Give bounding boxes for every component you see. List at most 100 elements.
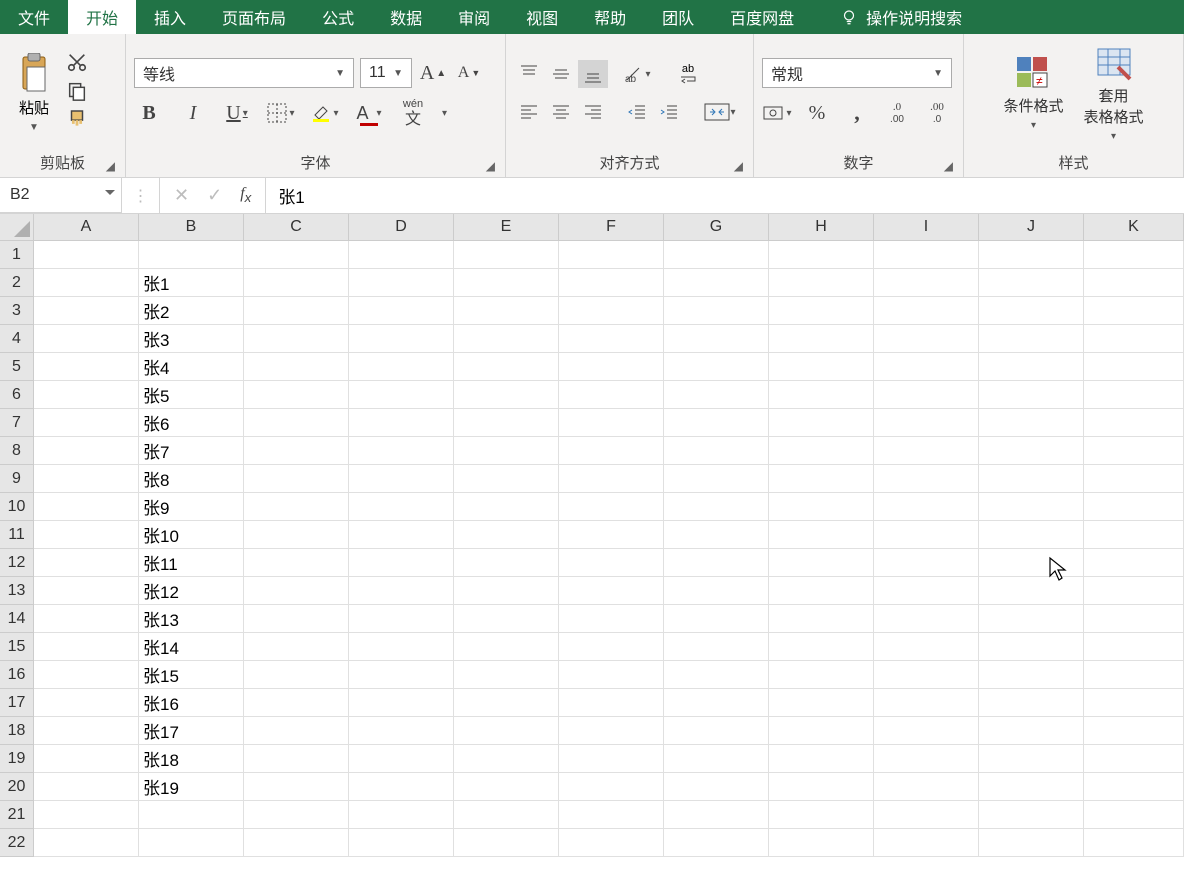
cell-A7[interactable] <box>34 409 139 437</box>
cell-A8[interactable] <box>34 437 139 465</box>
cell-E18[interactable] <box>454 717 559 745</box>
cell-D21[interactable] <box>349 801 454 829</box>
cell-K9[interactable] <box>1084 465 1184 493</box>
cell-A2[interactable] <box>34 269 139 297</box>
column-header-I[interactable]: I <box>874 214 979 241</box>
cell-K4[interactable] <box>1084 325 1184 353</box>
cell-E3[interactable] <box>454 297 559 325</box>
column-header-F[interactable]: F <box>559 214 664 241</box>
row-header-4[interactable]: 4 <box>0 325 34 353</box>
cell-E16[interactable] <box>454 661 559 689</box>
cell-G17[interactable] <box>664 689 769 717</box>
cell-A21[interactable] <box>34 801 139 829</box>
row-header-20[interactable]: 20 <box>0 773 34 801</box>
cell-D12[interactable] <box>349 549 454 577</box>
cell-F1[interactable] <box>559 241 664 269</box>
cell-F20[interactable] <box>559 773 664 801</box>
cell-K7[interactable] <box>1084 409 1184 437</box>
cell-C11[interactable] <box>244 521 349 549</box>
cell-D20[interactable] <box>349 773 454 801</box>
cell-G18[interactable] <box>664 717 769 745</box>
cell-G16[interactable] <box>664 661 769 689</box>
font-size-combo[interactable]: 11▼ <box>360 58 412 88</box>
row-header-10[interactable]: 10 <box>0 493 34 521</box>
cell-H21[interactable] <box>769 801 874 829</box>
cell-E2[interactable] <box>454 269 559 297</box>
cell-D22[interactable] <box>349 829 454 857</box>
tab-help[interactable]: 帮助 <box>576 0 644 34</box>
cell-C10[interactable] <box>244 493 349 521</box>
cell-G10[interactable] <box>664 493 769 521</box>
cell-J5[interactable] <box>979 353 1084 381</box>
accounting-format-button[interactable]: ▾ <box>762 98 792 128</box>
cell-H20[interactable] <box>769 773 874 801</box>
cell-E17[interactable] <box>454 689 559 717</box>
cell-B5[interactable]: 张4 <box>139 353 244 381</box>
cell-E5[interactable] <box>454 353 559 381</box>
cell-F2[interactable] <box>559 269 664 297</box>
cell-H8[interactable] <box>769 437 874 465</box>
cell-D2[interactable] <box>349 269 454 297</box>
cell-B2[interactable]: 张1 <box>139 269 244 297</box>
cell-H4[interactable] <box>769 325 874 353</box>
cell-F5[interactable] <box>559 353 664 381</box>
cell-E9[interactable] <box>454 465 559 493</box>
tab-team[interactable]: 团队 <box>644 0 712 34</box>
cell-A12[interactable] <box>34 549 139 577</box>
cell-C16[interactable] <box>244 661 349 689</box>
cell-G22[interactable] <box>664 829 769 857</box>
cell-I6[interactable] <box>874 381 979 409</box>
cell-K17[interactable] <box>1084 689 1184 717</box>
cell-H15[interactable] <box>769 633 874 661</box>
decrease-font-button[interactable]: A▼ <box>454 58 484 88</box>
cell-C7[interactable] <box>244 409 349 437</box>
cell-B20[interactable]: 张19 <box>139 773 244 801</box>
cell-G15[interactable] <box>664 633 769 661</box>
cell-I4[interactable] <box>874 325 979 353</box>
increase-indent-button[interactable] <box>654 98 684 126</box>
row-header-13[interactable]: 13 <box>0 577 34 605</box>
cell-H2[interactable] <box>769 269 874 297</box>
row-header-6[interactable]: 6 <box>0 381 34 409</box>
cell-E6[interactable] <box>454 381 559 409</box>
cell-J17[interactable] <box>979 689 1084 717</box>
cell-C21[interactable] <box>244 801 349 829</box>
cell-F14[interactable] <box>559 605 664 633</box>
row-header-9[interactable]: 9 <box>0 465 34 493</box>
column-header-J[interactable]: J <box>979 214 1084 241</box>
cell-E7[interactable] <box>454 409 559 437</box>
cell-B9[interactable]: 张8 <box>139 465 244 493</box>
tab-review[interactable]: 审阅 <box>440 0 508 34</box>
cell-C6[interactable] <box>244 381 349 409</box>
cell-D4[interactable] <box>349 325 454 353</box>
tab-page-layout[interactable]: 页面布局 <box>204 0 304 34</box>
row-header-2[interactable]: 2 <box>0 269 34 297</box>
column-header-G[interactable]: G <box>664 214 769 241</box>
cell-J22[interactable] <box>979 829 1084 857</box>
cell-D9[interactable] <box>349 465 454 493</box>
cell-A15[interactable] <box>34 633 139 661</box>
cell-A19[interactable] <box>34 745 139 773</box>
cell-J6[interactable] <box>979 381 1084 409</box>
row-header-15[interactable]: 15 <box>0 633 34 661</box>
cell-K13[interactable] <box>1084 577 1184 605</box>
formula-input[interactable] <box>266 178 1184 213</box>
column-header-D[interactable]: D <box>349 214 454 241</box>
cell-A14[interactable] <box>34 605 139 633</box>
cell-I15[interactable] <box>874 633 979 661</box>
cell-D16[interactable] <box>349 661 454 689</box>
cell-H5[interactable] <box>769 353 874 381</box>
cell-H9[interactable] <box>769 465 874 493</box>
row-header-14[interactable]: 14 <box>0 605 34 633</box>
cell-C5[interactable] <box>244 353 349 381</box>
tab-baidu-netdisk[interactable]: 百度网盘 <box>712 0 812 34</box>
cell-F12[interactable] <box>559 549 664 577</box>
cell-I18[interactable] <box>874 717 979 745</box>
cell-H17[interactable] <box>769 689 874 717</box>
cell-G11[interactable] <box>664 521 769 549</box>
cell-B1[interactable] <box>139 241 244 269</box>
cell-H3[interactable] <box>769 297 874 325</box>
cell-I9[interactable] <box>874 465 979 493</box>
cell-B15[interactable]: 张14 <box>139 633 244 661</box>
cell-E13[interactable] <box>454 577 559 605</box>
